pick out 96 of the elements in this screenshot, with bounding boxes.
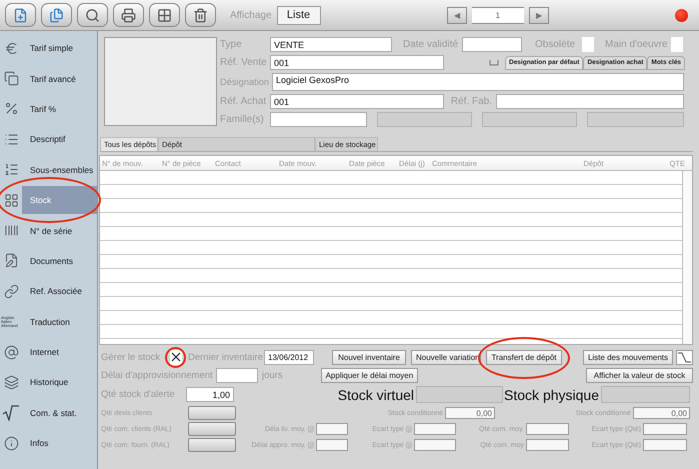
alert-quantity-field[interactable]: 1,00: [186, 387, 234, 402]
sidebar-item[interactable]: Tarif %: [22, 94, 97, 123]
field-label: Qté stock d'alerte: [101, 389, 176, 400]
readout-button[interactable]: [188, 406, 236, 420]
new-document-icon: [13, 8, 28, 22]
stock-heading: Stock physique: [503, 386, 600, 402]
value-field[interactable]: [643, 439, 687, 451]
copy-icon: [4, 71, 18, 86]
field-label: Réf. Achat: [220, 96, 268, 107]
field-label: Famille(s): [220, 114, 265, 125]
field-label: Réf. Fab.: [450, 96, 492, 107]
value-field[interactable]: 0,00: [633, 407, 690, 419]
numbered-list-icon: [4, 162, 18, 178]
readout-button[interactable]: [188, 422, 236, 436]
sidebar-item[interactable]: Tarif simple: [22, 34, 97, 62]
document-edit-icon: [4, 253, 18, 268]
status-dot: [675, 8, 688, 22]
trash-icon: [193, 8, 208, 22]
bracket-icon[interactable]: [489, 60, 499, 66]
sidebar-item[interactable]: Internet: [22, 338, 97, 366]
search-icon: [85, 8, 100, 22]
value-field[interactable]: [526, 439, 569, 451]
movements-button[interactable]: Liste des mouvements: [582, 350, 673, 364]
field-label: Dernier inventaire: [188, 352, 264, 362]
value-field[interactable]: [526, 423, 569, 435]
info-icon: [4, 436, 18, 451]
apply-average-button[interactable]: Appliquer le délai moyen: [320, 368, 418, 383]
family-field[interactable]: [270, 112, 367, 127]
sidebar-item[interactable]: Tarif avancé: [22, 64, 97, 93]
duplicate-icon: [49, 8, 64, 22]
chart-icon[interactable]: [676, 350, 693, 364]
designation-field[interactable]: Logiciel GexosPro: [272, 73, 684, 91]
at-sign-icon: [4, 344, 18, 360]
display-label: Affichage: [230, 10, 272, 20]
field-label: Réf. Vente: [220, 57, 268, 68]
sidebar-item[interactable]: N° de série: [22, 216, 97, 245]
value-field[interactable]: [316, 439, 348, 451]
purchase-ref-field[interactable]: 001: [270, 94, 444, 109]
lead-time-field[interactable]: [216, 368, 258, 383]
sidebar-item[interactable]: Historique: [22, 368, 97, 396]
type-field[interactable]: VENTE: [270, 37, 392, 52]
date-field[interactable]: [462, 37, 522, 52]
sidebar-item[interactable]: Infos: [22, 429, 97, 458]
action-button[interactable]: Nouvel inventaire: [332, 350, 406, 364]
field-label: Type: [220, 39, 243, 50]
field-label: Désignation: [220, 77, 270, 87]
sidebar-item[interactable]: Traduction: [22, 308, 97, 336]
layers-icon: [4, 374, 18, 390]
virtual-stock-field[interactable]: [416, 386, 503, 403]
printer-icon: [121, 8, 136, 22]
obsolete-checkbox[interactable]: [582, 37, 594, 52]
readout-button[interactable]: [188, 438, 236, 452]
toolbar-button[interactable]: [77, 3, 108, 27]
value-field[interactable]: 0,00: [445, 407, 495, 419]
percent-icon: [4, 101, 18, 116]
toolbar-button[interactable]: [185, 3, 216, 27]
field-label: Délai d'approvisionnement: [101, 370, 214, 381]
sidebar-item[interactable]: Sous-ensembles: [22, 156, 97, 184]
unit-label: jours: [262, 370, 283, 381]
field-label: Main d'oeuvre: [605, 39, 668, 50]
scrollbar[interactable]: [682, 171, 692, 344]
toolbar-button[interactable]: [5, 3, 36, 27]
sidebar-item[interactable]: Documents: [22, 246, 97, 275]
sale-ref-field[interactable]: 001: [270, 55, 444, 70]
action-button[interactable]: Nouvelle variation: [411, 350, 481, 364]
square-root-icon: [2, 404, 20, 421]
value-field[interactable]: [316, 423, 348, 435]
action-button[interactable]: Transfert de dépôt: [486, 350, 562, 364]
display-mode-button[interactable]: Liste: [276, 6, 321, 24]
maker-ref-field[interactable]: [496, 94, 684, 109]
toolbar-button[interactable]: [41, 3, 72, 27]
field-label: Gérer le stock: [101, 352, 162, 362]
stock-heading: Stock virtuel: [336, 386, 415, 402]
barcode-icon: [4, 223, 18, 238]
value-field[interactable]: [414, 423, 456, 435]
link-icon: [4, 284, 18, 299]
sidebar-item[interactable]: Com. & stat.: [22, 398, 97, 427]
family-field[interactable]: [587, 112, 684, 127]
toolbar-button[interactable]: [113, 3, 144, 27]
manage-stock-checkbox[interactable]: [170, 350, 182, 364]
grid-icon: [4, 192, 18, 208]
euro-icon: [4, 40, 18, 56]
family-field[interactable]: [482, 112, 577, 127]
family-field[interactable]: [377, 112, 472, 127]
value-field[interactable]: [414, 439, 456, 451]
page-field[interactable]: 1: [472, 6, 524, 24]
field-label: Obsolète: [535, 39, 576, 50]
sidebar-item[interactable]: Ref. Associée: [22, 277, 97, 306]
stock-value-button[interactable]: Afficher la valeur de stock: [586, 368, 693, 383]
physical-stock-field[interactable]: [601, 386, 690, 403]
field-label: Date validité: [403, 39, 460, 50]
inventory-date-field[interactable]: 13/06/2012: [264, 350, 314, 364]
value-field[interactable]: [643, 423, 687, 435]
toolbar-button[interactable]: [149, 3, 180, 27]
labour-checkbox[interactable]: [671, 37, 683, 52]
sidebar-item[interactable]: Descriptif: [22, 125, 97, 154]
